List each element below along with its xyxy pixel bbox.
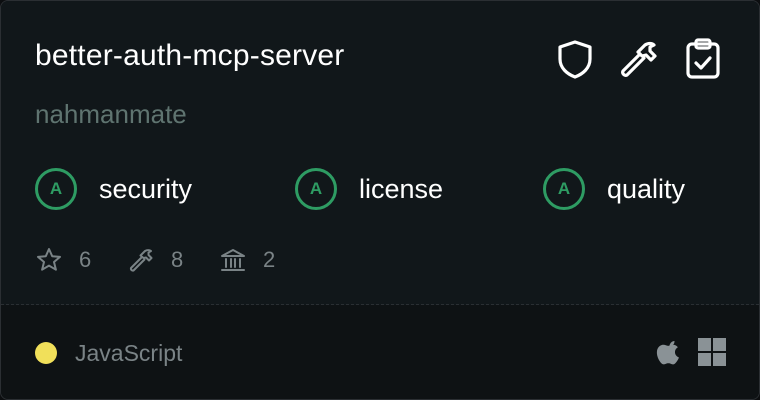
clipboard-check-icon <box>681 37 725 81</box>
bank-icon <box>219 246 247 274</box>
stars-count: 6 <box>79 247 92 272</box>
hammer-icon <box>127 246 155 274</box>
grade-license[interactable]: A license <box>295 166 443 212</box>
tools-count: 8 <box>171 247 184 272</box>
repo-name[interactable]: better-auth-mcp-server <box>35 39 345 73</box>
hammer-icon <box>617 37 661 81</box>
stat-tools: 8 <box>127 245 183 275</box>
server-card[interactable]: better-auth-mcp-server nahmanmate A secu… <box>0 0 760 400</box>
grade-label: security <box>99 173 193 204</box>
grade-label: license <box>359 173 444 204</box>
windows-icon <box>697 337 727 367</box>
grade-security[interactable]: A security <box>35 166 192 212</box>
grade-label: quality <box>607 173 686 204</box>
shield-icon <box>553 37 597 81</box>
stat-resources: 2 <box>219 245 275 275</box>
grade-badge: A <box>543 168 585 210</box>
resources-count: 2 <box>263 247 276 272</box>
stat-stars: 6 <box>35 245 91 275</box>
repo-owner[interactable]: nahmanmate <box>35 99 187 130</box>
language-color-dot <box>35 342 57 364</box>
grade-badge: A <box>295 168 337 210</box>
grade-quality[interactable]: A quality <box>543 166 685 212</box>
grade-badge: A <box>35 168 77 210</box>
apple-icon <box>655 337 685 367</box>
language-label: JavaScript <box>75 340 183 366</box>
star-icon <box>35 246 63 274</box>
